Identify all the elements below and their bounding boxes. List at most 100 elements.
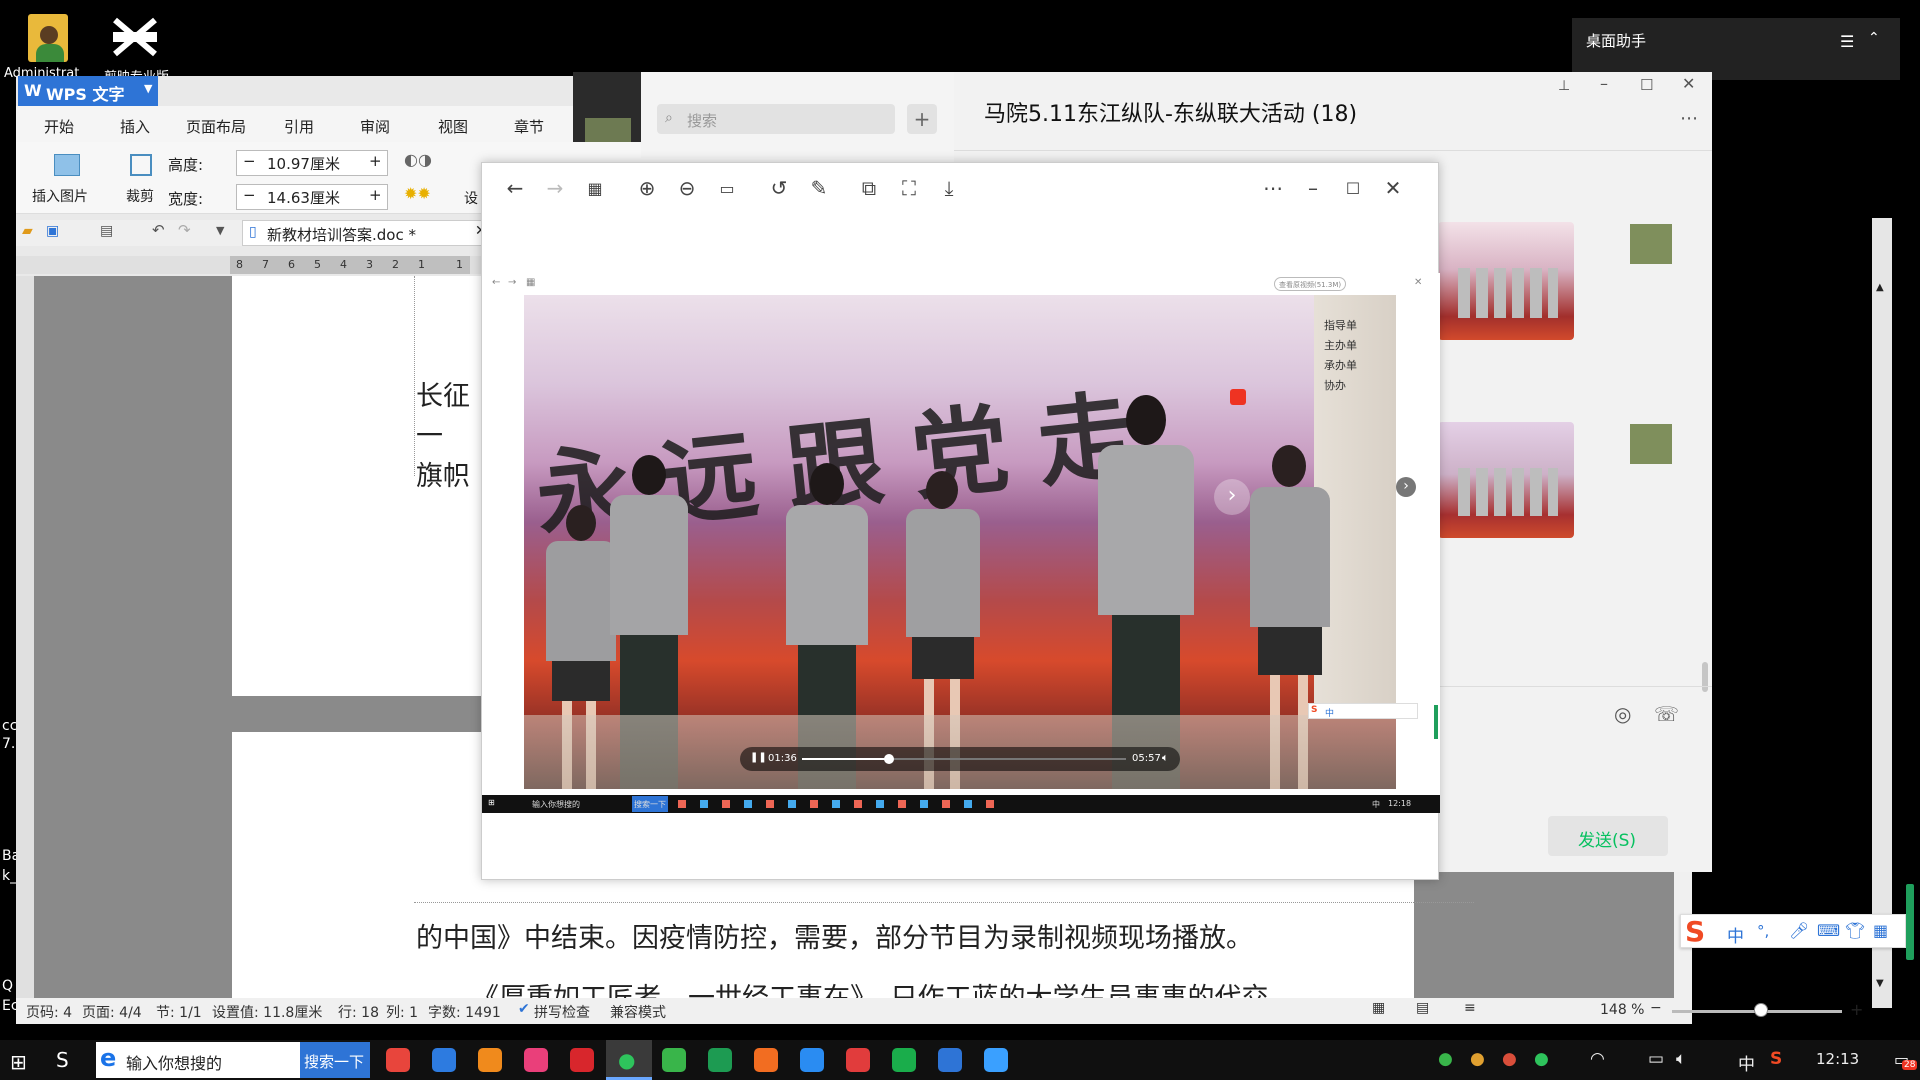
battery-icon[interactable]: ▭ xyxy=(1648,1049,1664,1069)
scan-icon[interactable]: ⛶ xyxy=(894,173,924,203)
maximize-icon[interactable]: ☐ xyxy=(1338,173,1368,203)
tray-icon[interactable]: ● xyxy=(1438,1049,1453,1069)
open-icon[interactable]: ▰ xyxy=(22,223,33,239)
doc-text-line[interactable]: 长征 xyxy=(416,374,470,413)
crop-button[interactable]: 裁剪 xyxy=(126,186,154,206)
taskbar-app-icon[interactable] xyxy=(432,1048,456,1072)
rotate-icon[interactable]: ↺ xyxy=(764,173,794,203)
wechat-tray-icon[interactable]: ● xyxy=(1534,1049,1549,1069)
avatar[interactable] xyxy=(585,118,631,142)
call-icon[interactable]: ☏ xyxy=(1654,702,1679,726)
doc-text-line[interactable]: 旗帜 xyxy=(416,454,470,493)
maximize-icon[interactable]: ☐ xyxy=(1640,76,1653,94)
decrement-icon[interactable]: − xyxy=(243,186,256,204)
close-icon[interactable]: ✕ xyxy=(1682,74,1695,93)
taskbar-app-icon[interactable] xyxy=(708,1048,732,1072)
next-page-icon[interactable]: › xyxy=(1396,477,1416,497)
download-icon[interactable]: ⤓ xyxy=(934,173,964,203)
minimize-icon[interactable]: – xyxy=(1600,74,1608,93)
start-button[interactable]: ⊞ xyxy=(10,1050,27,1074)
more-icon[interactable]: ⋯ xyxy=(1258,173,1288,203)
wps-app-button[interactable]: W WPS 文字 ▼ xyxy=(18,76,158,106)
keyboard-icon[interactable]: ⌨ xyxy=(1817,921,1840,940)
video-control-bar[interactable]: ❚❚ 01:36 05:57 🔈︎ xyxy=(740,747,1180,771)
video-message-thumbnail[interactable] xyxy=(1438,422,1574,538)
menu-tab-start[interactable]: 开始 xyxy=(44,116,74,137)
avatar[interactable] xyxy=(1630,424,1672,464)
doc-tab[interactable]: ▯ 新教材培训答案.doc * ✕ xyxy=(242,220,492,246)
wps-taskbar-icon[interactable] xyxy=(938,1048,962,1072)
save-icon[interactable]: ▣ xyxy=(46,223,59,239)
viewed-screenshot[interactable]: ← → ▦ 查看原视频(51.3M) ✕ 指导单 主办单 承办单 协办 永远跟党… xyxy=(482,273,1440,813)
zoom-in-icon[interactable]: + xyxy=(1850,1000,1863,1019)
voice-record-icon[interactable]: ◎ xyxy=(1614,702,1631,726)
pause-icon[interactable]: ❚❚ xyxy=(750,752,767,763)
width-value[interactable]: 14.63厘米 xyxy=(267,187,340,208)
taskbar-search-box[interactable]: e 输入你想搜的 xyxy=(96,1042,300,1078)
taskbar-app-icon[interactable] xyxy=(846,1048,870,1072)
wifi-icon[interactable]: ◠ xyxy=(1590,1049,1605,1069)
taskbar-app-icon[interactable] xyxy=(662,1048,686,1072)
menu-tab-chapter[interactable]: 章节 xyxy=(514,116,544,137)
insert-picture-button[interactable]: 插入图片 xyxy=(32,186,88,206)
app-icon[interactable]: S xyxy=(56,1048,69,1072)
taskbar-app-icon[interactable] xyxy=(800,1048,824,1072)
view-mode-icon[interactable]: ▦ xyxy=(1372,1000,1385,1016)
menu-tab-reference[interactable]: 引用 xyxy=(284,116,314,137)
tray-icon[interactable]: ● xyxy=(1470,1049,1485,1069)
tray-icon[interactable]: ● xyxy=(1502,1049,1517,1069)
video-progress-knob[interactable] xyxy=(884,754,895,764)
view-mode-icon[interactable]: ▤ xyxy=(1416,1000,1429,1016)
taskbar-app-icon[interactable] xyxy=(386,1048,410,1072)
dropdown-arrow-icon[interactable]: ▼ xyxy=(216,224,224,237)
video-message-thumbnail[interactable] xyxy=(1438,222,1574,340)
scroll-down-icon[interactable]: ▼ xyxy=(1876,978,1884,989)
status-spell[interactable]: 拼写检查 xyxy=(534,1002,590,1022)
view-mode-icon[interactable]: ≡ xyxy=(1464,1000,1476,1016)
skin-icon[interactable]: 👕︎ xyxy=(1845,921,1865,940)
sogou-tray-icon[interactable]: S xyxy=(1770,1049,1782,1069)
doc-text-line[interactable]: 的中国》中结束。因疫情防控，需要，部分节目为录制视频现场播放。 xyxy=(416,916,1253,955)
zoom-slider-thumb[interactable] xyxy=(1754,1003,1768,1017)
height-value[interactable]: 10.97厘米 xyxy=(267,153,340,174)
ime-punct[interactable]: °, xyxy=(1757,922,1769,940)
taskbar-app-icon[interactable] xyxy=(524,1048,548,1072)
taskbar-ime[interactable]: 中 xyxy=(1738,1050,1755,1075)
chat-scrollbar[interactable] xyxy=(1702,662,1708,692)
menu-tab-review[interactable]: 审阅 xyxy=(360,116,390,137)
doc-text-line[interactable]: 一 xyxy=(416,414,443,453)
add-button[interactable]: + xyxy=(907,104,937,134)
notification-button[interactable]: ▭ 28 xyxy=(1894,1050,1918,1072)
next-arrow-icon[interactable]: › xyxy=(1214,479,1250,515)
taskbar-app-icon[interactable] xyxy=(478,1048,502,1072)
insert-picture-icon[interactable] xyxy=(54,154,80,176)
search-input[interactable]: ⌕ 搜索 xyxy=(657,104,895,134)
back-icon[interactable]: ← xyxy=(500,173,530,203)
zoom-out-icon[interactable]: − xyxy=(1650,1000,1662,1016)
actual-size-icon[interactable]: ▭ xyxy=(712,173,742,203)
taskbar-search-button[interactable]: 搜索一下 xyxy=(300,1042,370,1078)
zoom-out-icon[interactable]: ⊖ xyxy=(672,173,702,203)
close-icon[interactable]: ✕ xyxy=(1378,173,1408,203)
avatar[interactable] xyxy=(1630,224,1672,264)
height-stepper[interactable]: − 10.97厘米 + xyxy=(236,150,388,176)
crop-icon[interactable] xyxy=(130,154,152,176)
menu-tab-layout[interactable]: 页面布局 xyxy=(186,116,246,137)
taskbar-clock[interactable]: 12:13 xyxy=(1816,1050,1859,1068)
taskbar-app-icon[interactable] xyxy=(892,1048,916,1072)
zoom-in-icon[interactable]: ⊕ xyxy=(632,173,662,203)
scroll-up-icon[interactable]: ▲ xyxy=(1876,282,1884,293)
microphone-icon[interactable]: 🎤︎ xyxy=(1789,921,1809,940)
ime-lang[interactable]: 中 xyxy=(1727,922,1744,947)
copy-icon[interactable]: ⧉ xyxy=(854,173,884,203)
decrement-icon[interactable]: − xyxy=(243,152,256,170)
undo-icon[interactable]: ↶ xyxy=(152,221,165,239)
send-button[interactable]: 发送(S) xyxy=(1548,816,1668,856)
grid-icon[interactable]: ▦ xyxy=(580,173,610,203)
taskbar-search-text[interactable]: 输入你想搜的 xyxy=(126,1050,222,1074)
redo-icon[interactable]: ↷ xyxy=(178,221,191,239)
width-stepper[interactable]: − 14.63厘米 + xyxy=(236,184,388,210)
forward-icon[interactable]: → xyxy=(540,173,570,203)
increment-icon[interactable]: + xyxy=(369,152,382,170)
toolbox-icon[interactable]: ▦ xyxy=(1873,921,1888,940)
